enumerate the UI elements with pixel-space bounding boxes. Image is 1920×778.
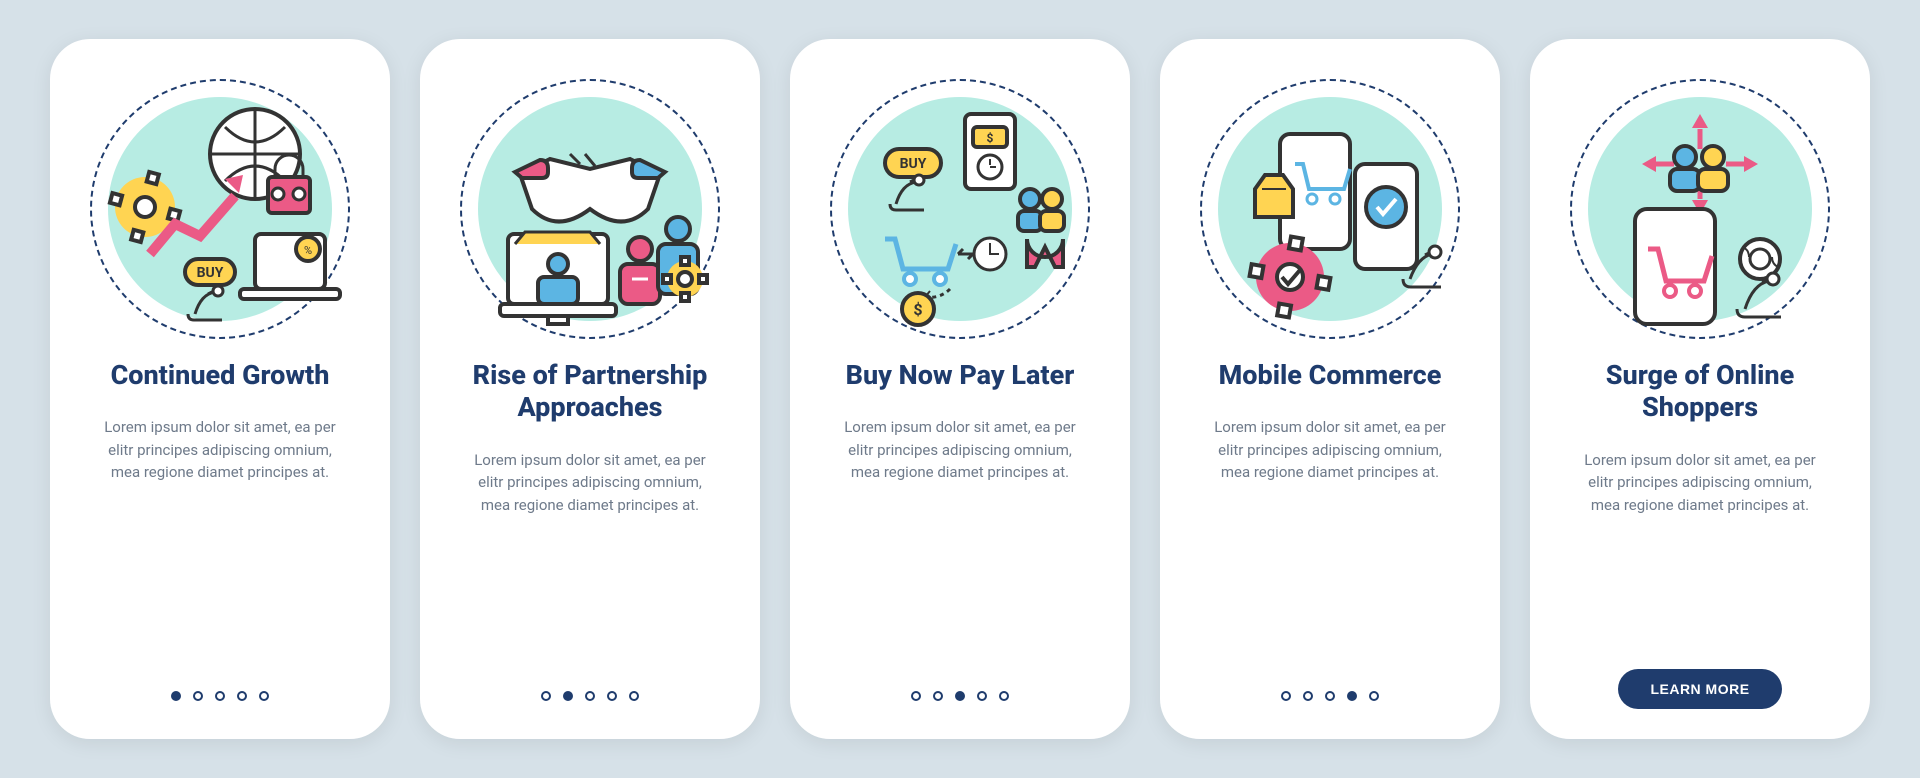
partnership-icon xyxy=(460,79,720,339)
dot-1[interactable] xyxy=(171,691,181,701)
dot-4[interactable] xyxy=(607,691,617,701)
pagination-dots xyxy=(1281,691,1379,701)
card-title: Buy Now Pay Later xyxy=(846,359,1075,391)
card-title: Surge of Online Shoppers xyxy=(1570,359,1830,424)
onboarding-card-3: $ BUY $ Buy Now Pay Later Lorem ipsum do… xyxy=(790,39,1130,739)
dot-5[interactable] xyxy=(1369,691,1379,701)
svg-text:BUY: BUY xyxy=(900,156,927,172)
card-description: Lorem ipsum dolor sit amet, ea per elitr… xyxy=(470,449,710,517)
dot-4[interactable] xyxy=(237,691,247,701)
card-title: Continued Growth xyxy=(111,359,330,391)
dot-2[interactable] xyxy=(1303,691,1313,701)
dot-3[interactable] xyxy=(215,691,225,701)
pagination-dots xyxy=(171,691,269,701)
card-description: Lorem ipsum dolor sit amet, ea per elitr… xyxy=(100,416,340,484)
dot-1[interactable] xyxy=(911,691,921,701)
growth-icon: % BUY xyxy=(90,79,350,339)
svg-text:BUY: BUY xyxy=(197,265,224,281)
svg-text:$: $ xyxy=(913,300,922,319)
card-description: Lorem ipsum dolor sit amet, ea per elitr… xyxy=(1210,416,1450,484)
card-title: Mobile Commerce xyxy=(1219,359,1442,391)
dot-5[interactable] xyxy=(629,691,639,701)
pagination-dots xyxy=(541,691,639,701)
card-title: Rise of Partnership Approaches xyxy=(460,359,720,424)
dot-2[interactable] xyxy=(933,691,943,701)
dot-2[interactable] xyxy=(563,691,573,701)
dot-1[interactable] xyxy=(541,691,551,701)
pagination-dots xyxy=(911,691,1009,701)
svg-text:%: % xyxy=(304,244,312,257)
dot-1[interactable] xyxy=(1281,691,1291,701)
card-description: Lorem ipsum dolor sit amet, ea per elitr… xyxy=(840,416,1080,484)
dot-3[interactable] xyxy=(955,691,965,701)
dot-3[interactable] xyxy=(1325,691,1335,701)
card-description: Lorem ipsum dolor sit amet, ea per elitr… xyxy=(1580,449,1820,517)
dot-2[interactable] xyxy=(193,691,203,701)
onboarding-card-4: Mobile Commerce Lorem ipsum dolor sit am… xyxy=(1160,39,1500,739)
dot-3[interactable] xyxy=(585,691,595,701)
onboarding-card-1: % BUY Continued Growth Lorem ipsum dolor… xyxy=(50,39,390,739)
dot-4[interactable] xyxy=(1347,691,1357,701)
mobile-commerce-icon xyxy=(1200,79,1460,339)
learn-more-button[interactable]: LEARN MORE xyxy=(1618,669,1781,709)
online-shoppers-icon xyxy=(1570,79,1830,339)
onboarding-card-5: Surge of Online Shoppers Lorem ipsum dol… xyxy=(1530,39,1870,739)
buy-now-pay-later-icon: $ BUY $ xyxy=(830,79,1090,339)
dot-4[interactable] xyxy=(977,691,987,701)
svg-text:$: $ xyxy=(987,131,994,145)
onboarding-card-2: Rise of Partnership Approaches Lorem ips… xyxy=(420,39,760,739)
dot-5[interactable] xyxy=(999,691,1009,701)
dot-5[interactable] xyxy=(259,691,269,701)
